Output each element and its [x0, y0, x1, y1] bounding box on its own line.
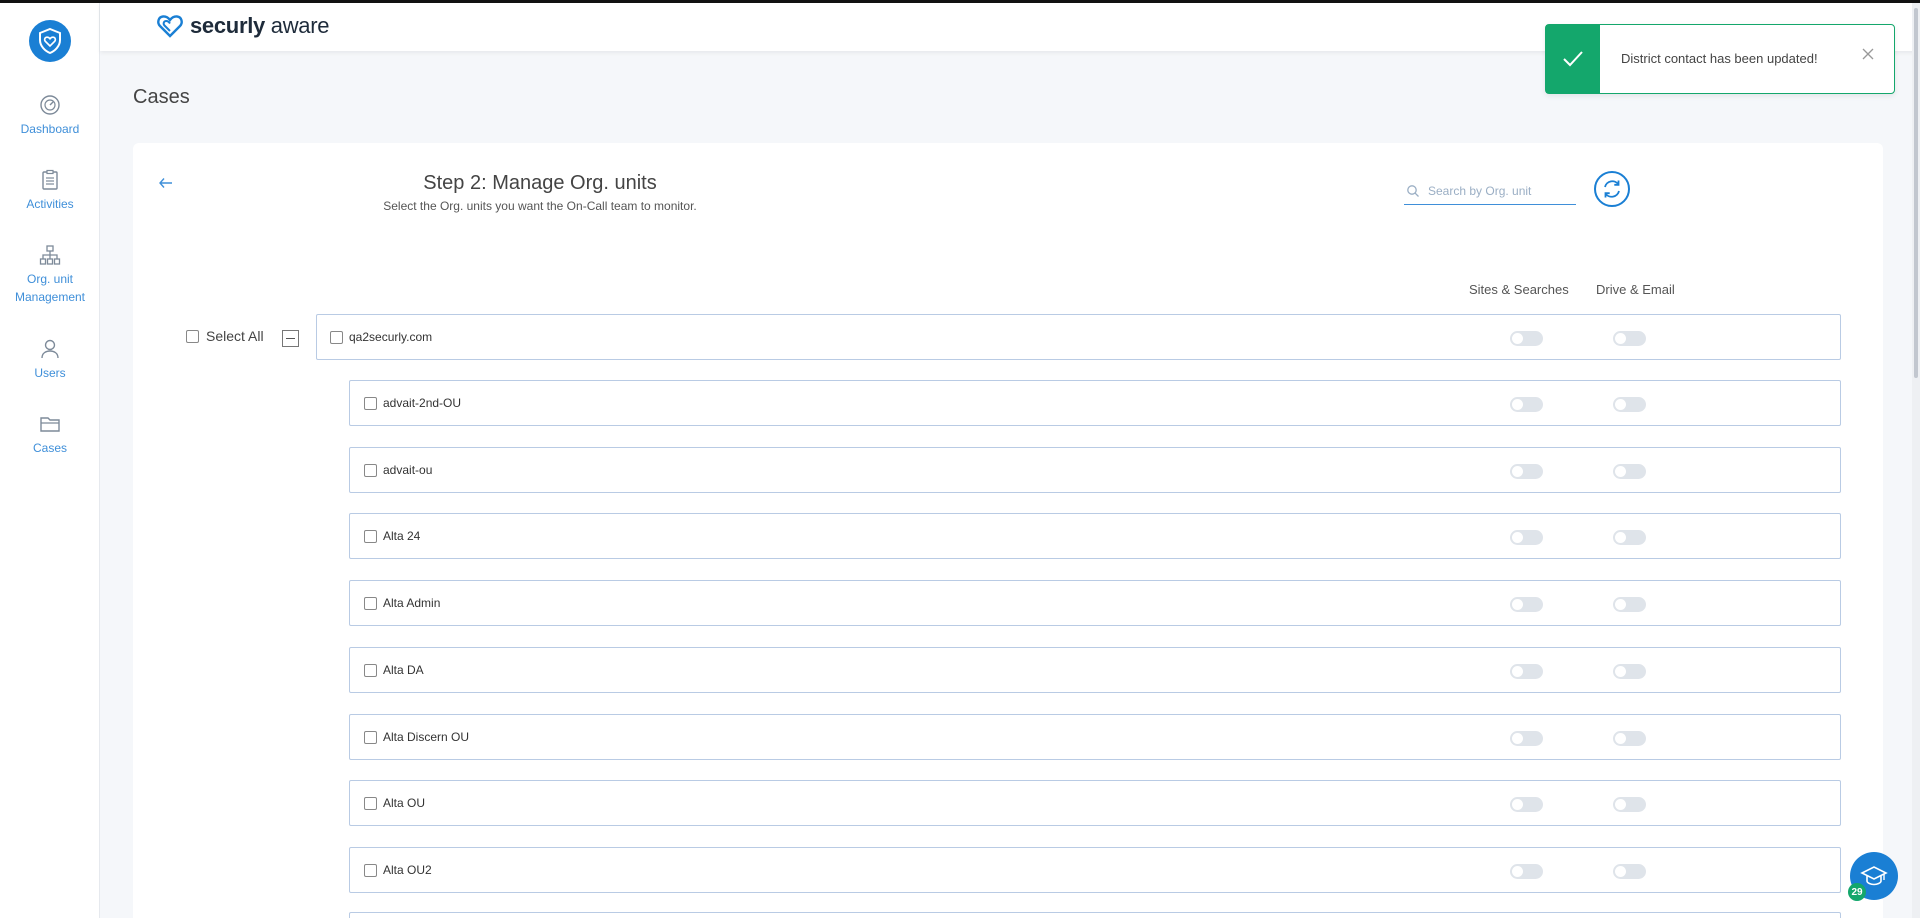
sidebar-item-label: Cases — [32, 441, 67, 455]
folder-icon — [40, 417, 60, 432]
org-unit-row: Alta OU — [349, 780, 1841, 826]
org-unit-row: Alta Discern OU — [349, 714, 1841, 760]
org-unit-checkbox[interactable] — [364, 864, 377, 877]
sites-searches-toggle[interactable] — [1510, 731, 1543, 746]
org-unit-label: advait-ou — [383, 463, 433, 477]
org-unit-row: Alta 24 — [349, 513, 1841, 559]
brand-name: securly aware — [190, 13, 330, 38]
user-icon — [41, 339, 59, 359]
drive-email-toggle[interactable] — [1613, 530, 1646, 545]
top-border — [0, 0, 1920, 3]
org-unit-checkbox[interactable] — [364, 530, 377, 543]
drive-email-toggle[interactable] — [1613, 464, 1646, 479]
sidebar-item-label: Activities — [26, 197, 74, 211]
success-toast: District contact has been updated! — [1545, 24, 1895, 94]
drive-email-toggle[interactable] — [1613, 397, 1646, 412]
org-unit-label: Alta 24 — [383, 529, 421, 543]
drive-email-toggle[interactable] — [1613, 864, 1646, 879]
close-icon[interactable] — [1862, 47, 1874, 65]
select-all-label: Select All — [206, 328, 264, 344]
back-arrow-icon[interactable] — [159, 176, 173, 194]
org-unit-row: Alta Admin — [349, 580, 1841, 626]
org-unit-label: Alta Discern OU — [383, 730, 470, 744]
sidebar-item-label: Org. unit Management — [14, 272, 86, 304]
sidebar-item-dashboard[interactable]: Dashboard — [0, 94, 100, 138]
org-unit-label: Alta DA — [383, 663, 424, 677]
minus-icon — [286, 338, 295, 339]
refresh-button[interactable] — [1594, 171, 1630, 207]
gauge-icon — [40, 95, 60, 115]
checkmark-icon — [1563, 51, 1583, 67]
org-unit-checkbox[interactable] — [364, 597, 377, 610]
toast-status — [1546, 25, 1600, 93]
select-all-checkbox[interactable] — [186, 329, 199, 343]
app-logo[interactable] — [29, 20, 71, 62]
drive-email-toggle[interactable] — [1613, 664, 1646, 679]
sidebar-item-cases[interactable]: Cases — [0, 413, 100, 457]
org-unit-label: Alta OU2 — [383, 863, 432, 877]
org-unit-checkbox[interactable] — [364, 731, 377, 744]
org-unit-checkbox[interactable] — [364, 664, 377, 677]
org-unit-checkbox[interactable] — [330, 331, 343, 344]
sites-searches-toggle[interactable] — [1510, 664, 1543, 679]
org-unit-label: Alta OU — [383, 796, 426, 810]
org-unit-label: qa2securly.com — [349, 330, 433, 344]
sites-searches-toggle[interactable] — [1510, 530, 1543, 545]
sidebar-item-label: Dashboard — [20, 122, 80, 136]
column-header-sites: Sites & Searches — [1469, 282, 1569, 297]
refresh-icon — [1604, 180, 1620, 198]
sites-searches-toggle[interactable] — [1510, 597, 1543, 612]
drive-email-toggle[interactable] — [1613, 797, 1646, 812]
sites-searches-toggle[interactable] — [1510, 864, 1543, 879]
sites-searches-toggle[interactable] — [1510, 464, 1543, 479]
sidebar-item-activities[interactable]: Activities — [0, 169, 100, 213]
sites-searches-toggle[interactable] — [1510, 397, 1543, 412]
org-unit-row-root: qa2securly.com — [316, 314, 1841, 360]
step-subtitle: Select the Org. units you want the On-Ca… — [383, 199, 697, 213]
org-unit-row — [349, 912, 1841, 918]
search-box — [1404, 177, 1576, 205]
org-unit-label: Alta Admin — [383, 596, 441, 610]
scrollbar-thumb[interactable] — [1914, 8, 1918, 378]
securly-heart-icon — [157, 15, 183, 38]
org-unit-row: Alta OU2 — [349, 847, 1841, 893]
sidebar-item-org-unit-management[interactable]: Org. unit Management — [0, 244, 100, 306]
org-unit-checkbox[interactable] — [364, 397, 377, 410]
sidebar-item-label: Users — [34, 366, 66, 380]
drive-email-toggle[interactable] — [1613, 597, 1646, 612]
drive-email-toggle[interactable] — [1613, 331, 1646, 346]
clipboard-icon — [42, 169, 58, 190]
org-chart-icon — [39, 245, 61, 265]
sidebar-item-users[interactable]: Users — [0, 338, 100, 382]
help-notification-badge: 29 — [1848, 883, 1866, 901]
step-title: Step 2: Manage Org. units — [423, 172, 657, 194]
org-unit-row: Alta DA — [349, 647, 1841, 693]
org-unit-row: advait-2nd-OU — [349, 380, 1841, 426]
select-all[interactable]: Select All — [186, 328, 264, 344]
sidebar: Dashboard Activities Org. unit Managemen… — [0, 0, 100, 918]
sites-searches-toggle[interactable] — [1510, 797, 1543, 812]
sites-searches-toggle[interactable] — [1510, 331, 1543, 346]
page-title: Cases — [133, 86, 190, 108]
toast-message: District contact has been updated! — [1621, 51, 1818, 66]
drive-email-toggle[interactable] — [1613, 731, 1646, 746]
search-icon — [1407, 184, 1419, 197]
org-unit-label: advait-2nd-OU — [383, 396, 462, 410]
search-input[interactable] — [1428, 183, 1568, 198]
collapse-button[interactable] — [282, 330, 299, 347]
graduation-cap-icon — [1860, 866, 1888, 886]
shield-heart-icon — [39, 28, 61, 54]
brand-logo[interactable]: securly aware — [156, 13, 330, 39]
org-unit-checkbox[interactable] — [364, 797, 377, 810]
org-unit-checkbox[interactable] — [364, 464, 377, 477]
org-unit-row: advait-ou — [349, 447, 1841, 493]
column-header-drive: Drive & Email — [1596, 282, 1675, 297]
